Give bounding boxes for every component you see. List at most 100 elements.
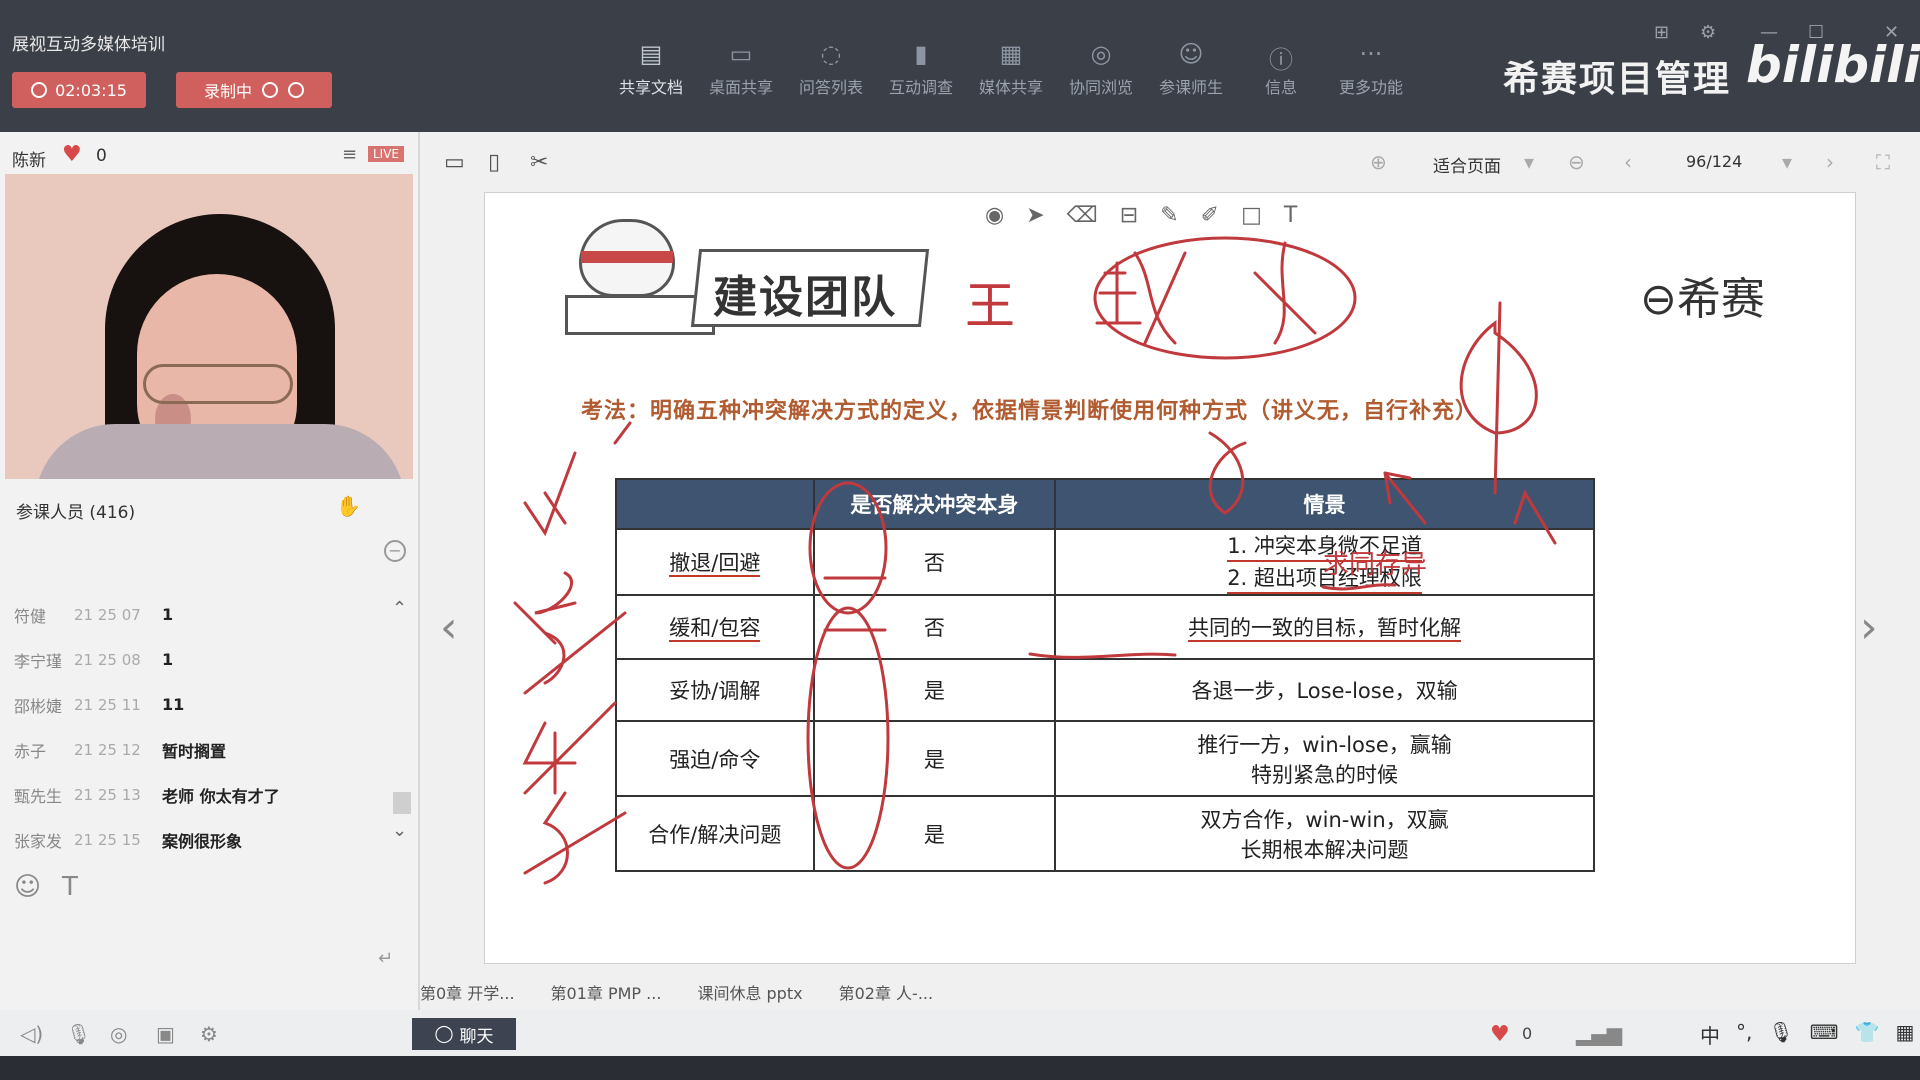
doc-tab[interactable]: 第02章 人-... — [839, 976, 933, 1010]
menu-icon[interactable]: ≡ — [342, 144, 357, 165]
chat-user: 张家发 — [14, 831, 63, 851]
recording-button[interactable]: 录制中 — [176, 72, 332, 108]
chat-button[interactable]: ◯ 聊天 — [412, 1018, 516, 1050]
tool-info[interactable]: ⓘ 信息 — [1236, 40, 1326, 98]
fit-page-select[interactable]: 适合页面 — [1433, 152, 1501, 177]
collapse-icon[interactable]: − — [384, 540, 406, 562]
chat-time: 21 25 13 — [74, 785, 141, 804]
method-cell: 缓和/包容 — [615, 594, 815, 660]
chat-user: 符健 — [14, 606, 47, 626]
chat-message: 李宁瑾 21 25 08 1 — [14, 637, 394, 682]
media-icon: ▦ — [999, 40, 1023, 68]
tool-survey[interactable]: ▮ 互动调查 — [876, 40, 966, 98]
mute-all-icon[interactable]: ✋ — [336, 494, 361, 518]
tool-share-doc[interactable]: ▤ 共享文档 — [606, 40, 696, 98]
chat-time: 21 25 07 — [74, 605, 141, 624]
video-glasses — [143, 364, 293, 404]
tool-qa-list[interactable]: ◌ 问答列表 — [786, 40, 876, 98]
signal-icon: ▂▄▆ — [1576, 1022, 1623, 1046]
pause-icon[interactable] — [262, 82, 278, 98]
table-row: 妥协/调解 是 各退一步，Lose-lose，双输 — [615, 658, 1595, 722]
handwritten-wang: 王 — [965, 277, 1015, 335]
ime-icon[interactable]: 中 — [1700, 1020, 1720, 1049]
slide-next-arrow[interactable]: › — [1860, 602, 1878, 653]
people-icon: ☺ — [1178, 40, 1204, 68]
slide-prev-arrow[interactable]: ‹ — [440, 602, 458, 653]
like-heart-icon[interactable]: ♥ — [1490, 1022, 1510, 1047]
scene-cell: 1. 冲突本身微不足道 2. 超出项目经理权限 — [1054, 528, 1595, 596]
microphone-icon[interactable]: 🎙 — [66, 1022, 91, 1046]
brand-title: 希赛项目管理 — [1503, 59, 1732, 100]
text-format-icon[interactable]: T — [62, 872, 78, 902]
prev-page-icon[interactable]: ‹ — [1624, 150, 1632, 174]
tool-desktop-share[interactable]: ▭ 桌面共享 — [696, 40, 786, 98]
chat-scrollbar[interactable] — [393, 792, 411, 814]
survey-icon: ▮ — [914, 40, 928, 68]
screenshot-icon[interactable]: ▣ — [156, 1022, 175, 1046]
layout-icon[interactable]: ⊞ — [1654, 22, 1669, 43]
tool-more[interactable]: ··· 更多功能 — [1326, 40, 1416, 98]
punctuation-icon[interactable]: °, — [1736, 1020, 1752, 1049]
host-name: 陈新 — [12, 151, 46, 171]
minimize-icon[interactable]: — — [1760, 22, 1778, 43]
laser-icon[interactable]: ◉ — [985, 203, 1004, 228]
fullscreen-icon[interactable]: ⛶ — [1876, 150, 1890, 174]
scene-line: 2. 超出项目经理权限 — [1227, 562, 1422, 594]
video-jacket — [35, 424, 405, 479]
camera-icon[interactable]: ◎ — [110, 1022, 127, 1046]
text-tool-icon[interactable]: T — [1284, 203, 1297, 228]
skin-icon[interactable]: 👕 — [1855, 1020, 1880, 1049]
close-icon[interactable]: ✕ — [1884, 22, 1899, 43]
zoom-out-icon[interactable]: ⊖ — [1568, 150, 1585, 174]
scroll-down-icon[interactable]: ⌄ — [392, 820, 407, 841]
taskbar-strip — [0, 1056, 1920, 1080]
doc-tab[interactable]: 课间休息 pptx — [697, 976, 802, 1010]
method-text: 撤退/回避 — [669, 551, 761, 577]
chat-text: 暂时搁置 — [162, 741, 227, 761]
tool-participants[interactable]: ☺ 参课师生 — [1146, 40, 1236, 98]
stop-icon[interactable] — [288, 82, 304, 98]
chevron-down-icon[interactable]: ▾ — [1524, 150, 1534, 174]
pen-icon[interactable]: ✎ — [1160, 203, 1178, 228]
desktop-icon: ▭ — [729, 40, 753, 68]
page-number[interactable]: 96/124 — [1686, 152, 1742, 171]
method-cell: 撤退/回避 — [615, 528, 815, 596]
doc-tab[interactable]: 第0章 开学... — [420, 976, 515, 1010]
doc-tab[interactable]: 第01章 PMP ... — [551, 976, 662, 1010]
scissors-icon[interactable]: ✂ — [530, 150, 548, 175]
next-page-icon[interactable]: › — [1826, 150, 1834, 174]
page-select-icon[interactable]: ▾ — [1782, 150, 1792, 174]
resolves-cell: 否 — [812, 594, 1057, 660]
clear-icon[interactable]: ⊟ — [1120, 203, 1138, 228]
keyboard-icon[interactable]: ⌨ — [1810, 1020, 1839, 1049]
toolbox-icon[interactable]: ▦ — [1896, 1020, 1915, 1049]
tool-label: 参课师生 — [1158, 78, 1223, 97]
scene-line: 双方合作，win-win，双赢 — [1200, 807, 1449, 832]
rectangle-icon[interactable]: □ — [1241, 203, 1262, 228]
speaker-icon[interactable]: ◁) — [20, 1022, 43, 1046]
chat-button-label: 聊天 — [459, 1026, 494, 1047]
file-icon[interactable]: ▯ — [488, 150, 500, 175]
folder-icon[interactable]: ▭ — [444, 150, 465, 175]
tool-media-share[interactable]: ▦ 媒体共享 — [966, 40, 1056, 98]
emoji-icon[interactable]: ☺ — [14, 872, 41, 902]
pointer-icon[interactable]: ➤ — [1026, 203, 1044, 228]
scroll-up-icon[interactable]: ⌃ — [392, 598, 407, 619]
voice-input-icon[interactable]: 🎙 — [1768, 1020, 1793, 1049]
settings-icon[interactable]: ⚙ — [1700, 22, 1716, 43]
send-icon[interactable]: ↵ — [378, 948, 393, 969]
zoom-in-icon[interactable]: ⊕ — [1370, 150, 1387, 174]
header-scene: 情景 — [1054, 478, 1595, 530]
settings-gear-icon[interactable]: ⚙ — [200, 1022, 218, 1046]
qa-icon: ◌ — [820, 40, 842, 68]
eraser-icon[interactable]: ⌫ — [1067, 203, 1098, 228]
tool-co-browse[interactable]: ◎ 协同浏览 — [1056, 40, 1146, 98]
document-icon: ▤ — [639, 40, 663, 68]
exam-note: 考法：明确五种冲突解决方式的定义，依据情景判断使用何种方式（讲义无，自行补充） — [581, 399, 1479, 424]
heart-icon[interactable]: ♥ — [62, 142, 82, 167]
document-viewer: ▭ ▯ ✂ ⊕ 适合页面 ▾ ⊖ ‹ 96/124 ▾ › ⛶ ‹ › ◉ ➤ … — [420, 132, 1920, 1052]
host-video — [5, 174, 413, 479]
app-window: 展视互动多媒体培训 02:03:15 录制中 ▤ 共享文档 ▭ 桌面共享 ◌ 问答列表… — [0, 0, 1920, 1080]
maximize-icon[interactable]: ☐ — [1808, 22, 1824, 43]
highlighter-icon[interactable]: ✐ — [1201, 203, 1219, 228]
